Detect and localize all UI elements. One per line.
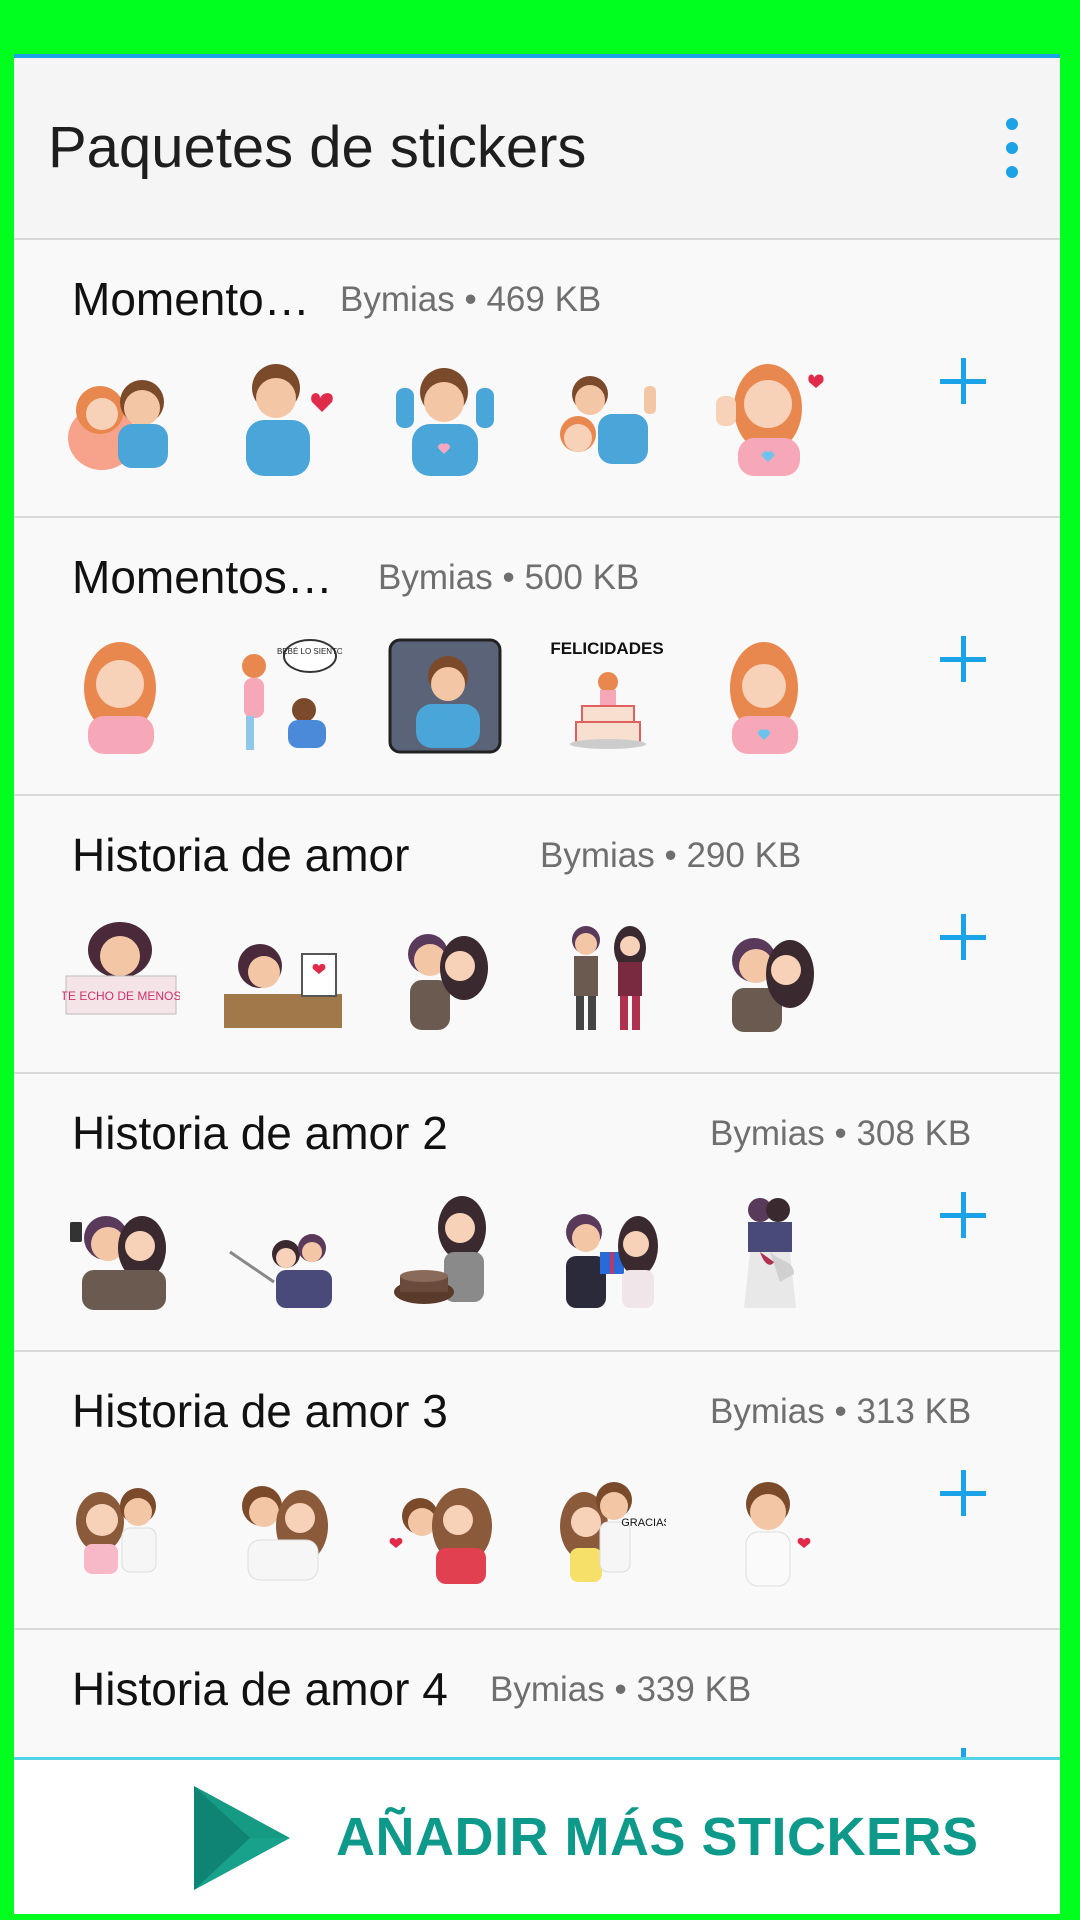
app-bar: Paquetes de stickers (14, 58, 1060, 240)
add-icon[interactable] (940, 1470, 986, 1516)
sticker-preview-list (62, 1192, 828, 1312)
sticker-horse-couple (710, 1192, 828, 1312)
pack-meta: Bymias • 500 KB (378, 558, 640, 597)
sticker-kids-cuddle (386, 1470, 504, 1590)
sticker-pack-row[interactable]: Historia de amor 3 Bymias • 313 KB GRACI… (14, 1352, 1060, 1630)
sticker-kids-couple (62, 1470, 180, 1590)
sticker-girl-facepalm (710, 636, 828, 756)
sticker-thanks-couple: GRACIAS (548, 1470, 666, 1590)
sticker-sign-text: TE ECHO DE MENOS (62, 989, 180, 1003)
pack-name: Momentos… (72, 551, 333, 603)
sticker-boy-heart (710, 1470, 828, 1590)
sticker-pack-row[interactable]: Historia de amor Bymias • 290 KB TE ECHO… (14, 796, 1060, 1074)
sticker-congrats-cake: FELICIDADES (548, 636, 666, 756)
sticker-bubble-text: BEBÉ LO SIENTO (277, 647, 342, 656)
pack-name: Historia de amor 4 (72, 1663, 448, 1715)
play-store-icon (194, 1786, 290, 1890)
sticker-girl-angry (62, 636, 180, 756)
sticker-couple-hand-hold (548, 914, 666, 1034)
pack-meta: Bymias • 308 KB (710, 1114, 972, 1153)
pack-meta: Bymias • 339 KB (490, 1670, 752, 1709)
sticker-pack-row[interactable]: Historia de amor 2 Bymias • 308 KB (14, 1074, 1060, 1352)
sticker-boy-kiss (224, 358, 342, 478)
sticker-couple-cheek (710, 914, 828, 1034)
pack-name: Momento… (72, 273, 310, 325)
pack-meta: Bymias • 313 KB (710, 1392, 972, 1431)
page-title: Paquetes de stickers (48, 115, 587, 180)
add-icon[interactable] (940, 636, 986, 682)
sticker-couple-thumbs (548, 358, 666, 478)
sticker-birthday-cake (386, 1192, 504, 1312)
sticker-pack-row[interactable]: Momentos… Bymias • 500 KB BEBÉ LO SIENTO… (14, 518, 1060, 796)
sticker-desk-photo (224, 914, 342, 1034)
more-vert-icon[interactable] (994, 118, 1030, 178)
pack-meta: Bymias • 469 KB (340, 280, 602, 319)
sticker-girl-wave (710, 358, 828, 478)
sticker-preview-list: BEBÉ LO SIENTO FELICIDADES (62, 636, 828, 756)
pack-name: Historia de amor 3 (72, 1385, 448, 1437)
sticker-preview-list: GRACIAS (62, 1470, 828, 1590)
add-icon[interactable] (940, 914, 986, 960)
add-more-stickers-button[interactable]: AÑADIR MÁS STICKERS (14, 1757, 1060, 1914)
add-icon[interactable] (940, 1192, 986, 1238)
sticker-boy-crying-rain (386, 636, 504, 756)
sticker-couple-kiss (386, 914, 504, 1034)
pack-name: Historia de amor (72, 829, 410, 881)
sticker-thanks-text: GRACIAS (621, 1517, 666, 1529)
sticker-preview-list: TE ECHO DE MENOS (62, 914, 828, 1034)
sticker-gift-couple (548, 1192, 666, 1312)
sticker-sorry-scene: BEBÉ LO SIENTO (224, 636, 342, 756)
sticker-preview-list (62, 358, 828, 478)
sticker-miss-you-sign: TE ECHO DE MENOS (62, 914, 180, 1034)
sticker-couple-hug (62, 358, 180, 478)
pack-meta: Bymias • 290 KB (540, 836, 802, 875)
add-more-stickers-label: AÑADIR MÁS STICKERS (336, 1807, 979, 1867)
sticker-couple-selfie (62, 1192, 180, 1312)
sticker-selfie-stick (224, 1192, 342, 1312)
sticker-kids-hug (224, 1470, 342, 1590)
app-screen: Paquetes de stickers Momento… Bymias • 4… (14, 54, 1060, 1914)
sticker-boy-stressed (386, 358, 504, 478)
sticker-congrats-text: FELICIDADES (550, 639, 663, 658)
add-icon[interactable] (940, 358, 986, 404)
pack-name: Historia de amor 2 (72, 1107, 448, 1159)
sticker-pack-row[interactable]: Momento… Bymias • 469 KB (14, 240, 1060, 518)
